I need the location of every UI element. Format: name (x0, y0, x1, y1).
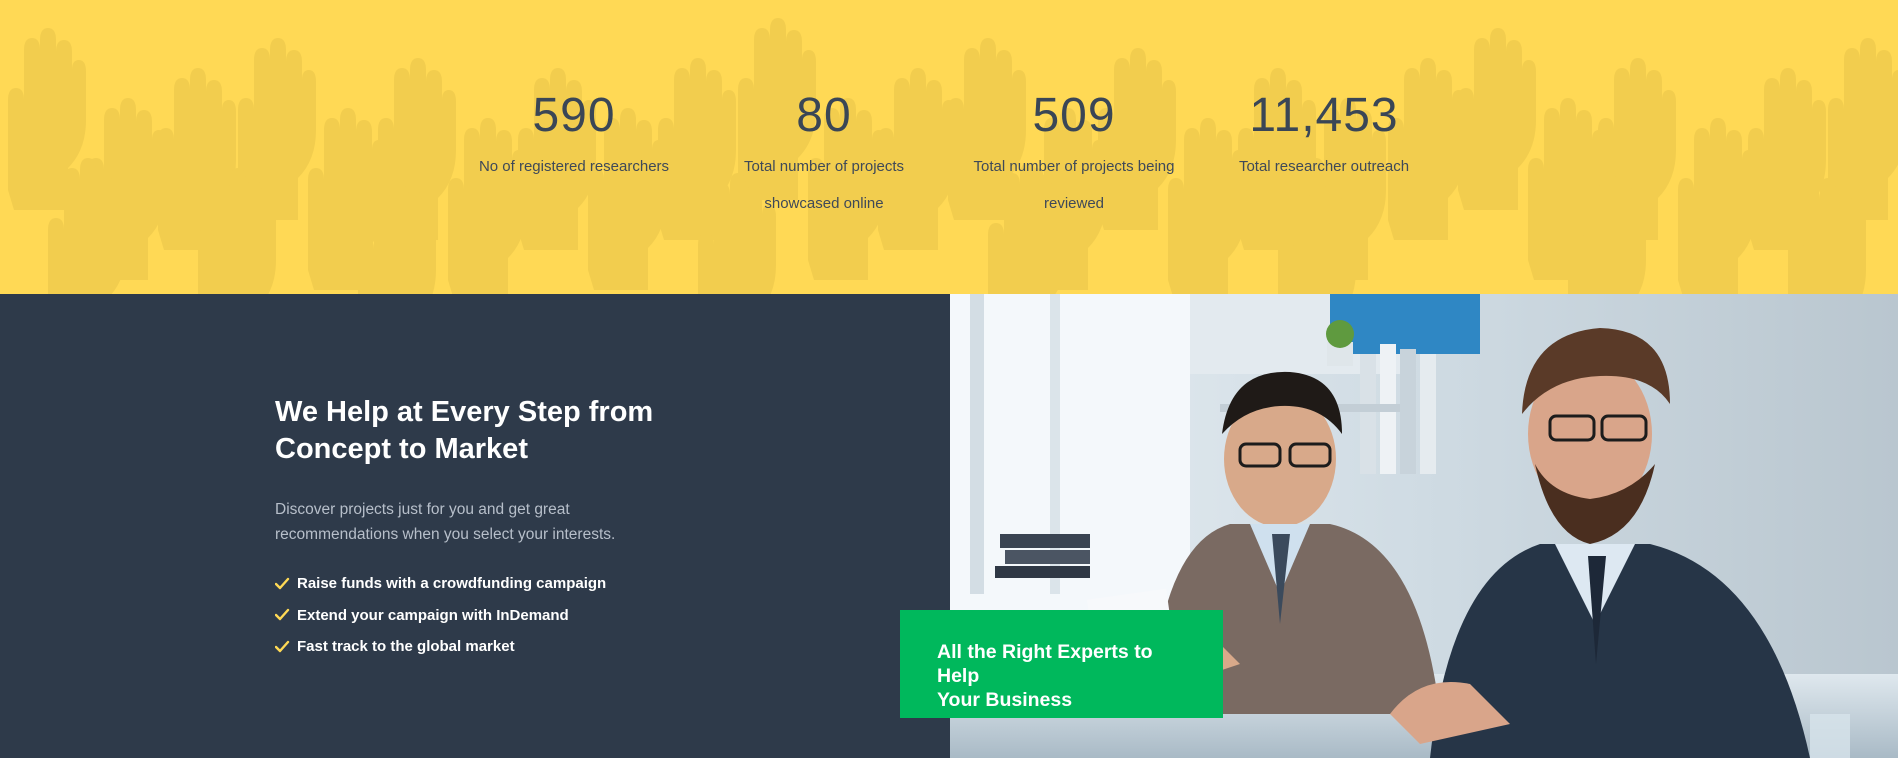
cta-text-line: Your Business (937, 689, 1073, 711)
stat-number: 11,453 (1249, 89, 1399, 142)
stat-number: 590 (532, 89, 616, 142)
list-item: Extend your campaign with InDemand (275, 600, 715, 632)
stat-projects-showcased: 80 Total number of projects showcased on… (704, 88, 944, 222)
feature-section: We Help at Every Step from Concept to Ma… (0, 294, 1898, 758)
stat-label: Total number of projects being reviewed (954, 148, 1194, 222)
feature-heading-line: Concept to Market (275, 433, 528, 465)
feature-heading: We Help at Every Step from Concept to Ma… (275, 394, 715, 468)
stat-label-line: Total researcher outreach (1238, 158, 1410, 175)
stat-label-line: Total number of projects being (973, 158, 1175, 175)
feature-description: Discover projects just for you and get g… (275, 501, 616, 543)
checklist-label: Raise funds with a crowdfunding campaign (297, 575, 607, 593)
stat-projects-reviewed: 509 Total number of projects being revie… (954, 88, 1194, 222)
stat-label-line: Total number of projects (743, 158, 905, 175)
stat-label: Total number of projects showcased onlin… (704, 148, 944, 222)
stat-number: 509 (1032, 89, 1116, 142)
stat-label-line: No of registered researchers (478, 158, 670, 175)
stat-registered-researchers: 590 No of registered researchers (454, 88, 694, 185)
stat-label: No of registered researchers (454, 148, 694, 185)
checklist-label: Fast track to the global market (297, 638, 515, 656)
list-item: Fast track to the global market (275, 631, 715, 663)
check-icon (275, 577, 290, 589)
feature-heading-line: We Help at Every Step from (275, 396, 654, 428)
check-icon (275, 640, 290, 652)
stats-band: 590 No of registered researchers 80 Tota… (0, 0, 1898, 294)
list-item: Raise funds with a crowdfunding campaign (275, 568, 715, 600)
stat-number: 80 (796, 89, 852, 142)
feature-text: We Help at Every Step from Concept to Ma… (275, 394, 715, 663)
stats-row: 590 No of registered researchers 80 Tota… (0, 0, 1898, 294)
checklist-label: Extend your campaign with InDemand (297, 606, 569, 624)
cta-text-line: All the Right Experts to Help (937, 641, 1153, 687)
stat-researcher-outreach: 11,453 Total researcher outreach (1204, 88, 1444, 185)
stat-label-line: showcased online (764, 195, 884, 212)
cta-box[interactable]: All the Right Experts to Help Your Busin… (900, 610, 1223, 718)
check-icon (275, 609, 290, 621)
stat-label-line: reviewed (1043, 195, 1105, 212)
feature-checklist: Raise funds with a crowdfunding campaign… (275, 568, 715, 663)
stat-label: Total researcher outreach (1204, 148, 1444, 185)
cta-text: All the Right Experts to Help Your Busin… (937, 640, 1187, 712)
